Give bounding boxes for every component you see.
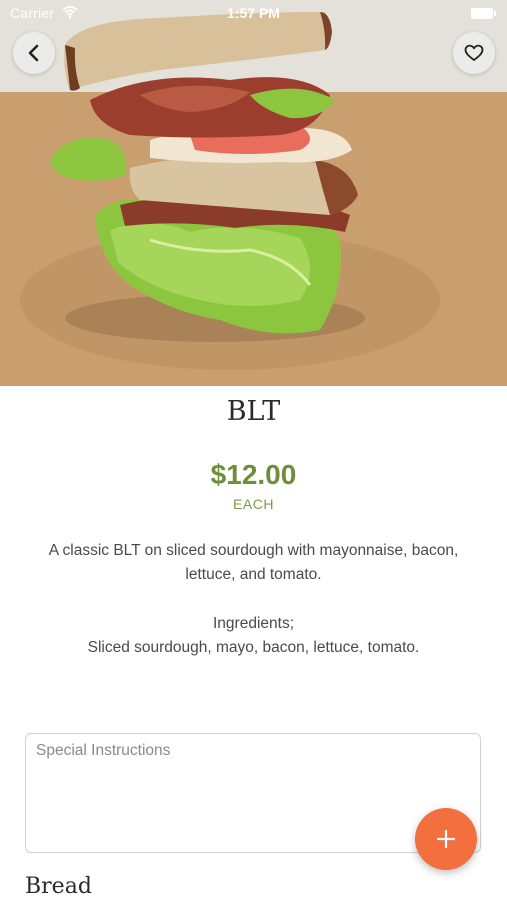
product-title: BLT bbox=[226, 396, 281, 427]
add-to-cart-button[interactable] bbox=[415, 808, 477, 870]
plus-icon bbox=[436, 829, 456, 849]
special-instructions-box[interactable] bbox=[25, 733, 481, 853]
back-button[interactable] bbox=[13, 32, 55, 74]
product-photo bbox=[0, 0, 507, 386]
status-bar: Carrier 1:57 PM bbox=[0, 0, 507, 28]
product-description: A classic BLT on sliced sourdough with m… bbox=[40, 539, 467, 587]
favorite-button[interactable] bbox=[453, 32, 495, 74]
price-unit: EACH bbox=[233, 496, 274, 512]
sandwich-illustration bbox=[0, 0, 507, 386]
status-time: 1:57 PM bbox=[227, 5, 280, 21]
product-price: $12.00 bbox=[210, 459, 297, 490]
heart-outline-icon bbox=[464, 44, 484, 61]
special-instructions-input[interactable] bbox=[26, 734, 480, 852]
battery-icon bbox=[471, 8, 496, 19]
chevron-left-icon bbox=[28, 44, 39, 62]
description-text: A classic BLT on sliced sourdough with m… bbox=[48, 542, 459, 583]
bread-section-title: Bread bbox=[25, 874, 92, 899]
ingredients-block: Ingredients; Sliced sourdough, mayo, bac… bbox=[40, 612, 467, 660]
ingredients-label: Ingredients; bbox=[213, 615, 294, 632]
ingredients-list: Sliced sourdough, mayo, bacon, lettuce, … bbox=[87, 639, 420, 656]
